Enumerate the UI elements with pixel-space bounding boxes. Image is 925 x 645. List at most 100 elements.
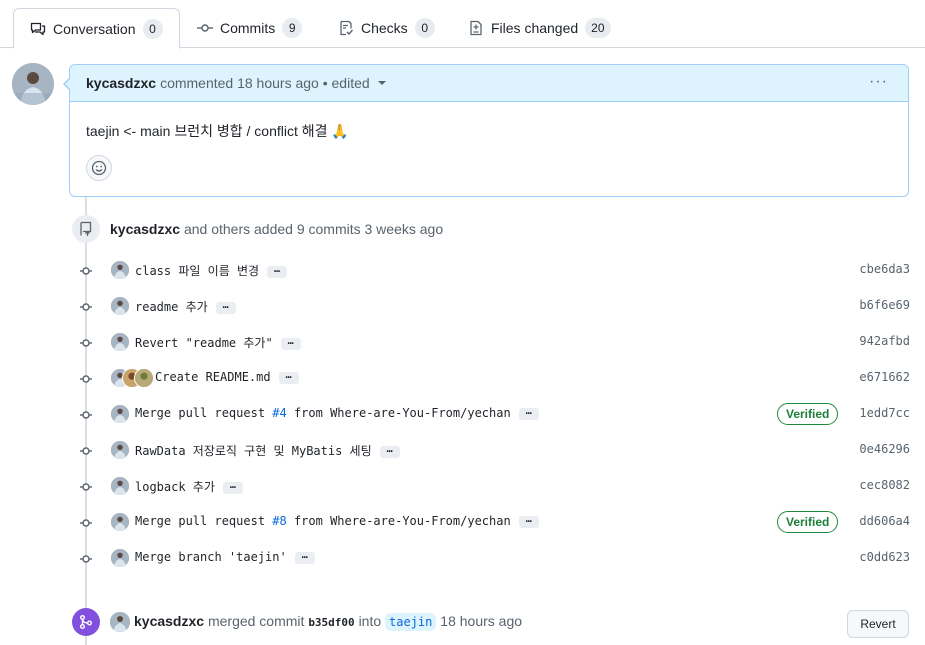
- pull-request-link[interactable]: #4: [272, 406, 286, 420]
- commit-message-text: Merge branch 'taejin': [135, 550, 287, 564]
- avatar[interactable]: [110, 612, 130, 632]
- comment-discussion-icon: [30, 22, 46, 35]
- commit-sha[interactable]: b6f6e69: [859, 298, 910, 312]
- git-commit-icon: [76, 372, 96, 384]
- commit-sha[interactable]: dd606a4: [859, 514, 910, 528]
- commit-sha[interactable]: cbe6da3: [859, 262, 910, 276]
- commit-row: logback 추가 … cec8082: [76, 474, 910, 498]
- commit-message[interactable]: Revert "readme 추가" …: [135, 334, 301, 351]
- pull-request-link[interactable]: #8: [272, 514, 286, 528]
- tab-commits-label: Commits: [220, 20, 276, 36]
- tab-files-changed[interactable]: Files changed 20: [468, 8, 611, 48]
- commit-sha[interactable]: 942afbd: [859, 334, 910, 348]
- commit-message[interactable]: Merge pull request #8 from Where-are-You…: [135, 514, 539, 528]
- commits-event-description: and others added 9 commits 3 weeks ago: [183, 221, 444, 237]
- tab-commits-count: 9: [282, 18, 303, 38]
- commit-avatars: [110, 296, 130, 316]
- tab-checks-count: 0: [414, 18, 435, 38]
- expand-commit-message-button[interactable]: …: [222, 480, 243, 494]
- commit-message[interactable]: Create README.md …: [155, 370, 299, 384]
- commits-event-text: kycasdzxc and others added 9 commits 3 w…: [110, 221, 443, 237]
- avatar[interactable]: [110, 260, 130, 280]
- tab-files-changed-count: 20: [585, 18, 611, 38]
- commit-row: Revert "readme 추가" … 942afbd: [76, 330, 910, 354]
- verified-badge[interactable]: Verified: [777, 511, 839, 533]
- commit-message[interactable]: RawData 저장로직 구현 및 MyBatis 세팅 …: [135, 442, 400, 459]
- commit-row: Merge pull request #8 from Where-are-You…: [76, 510, 910, 534]
- commit-message[interactable]: Merge pull request #4 from Where-are-You…: [135, 406, 539, 420]
- commit-row: Merge branch 'taejin' … c0dd623: [76, 546, 910, 570]
- git-commit-icon: [197, 24, 213, 32]
- commit-message-text: RawData 저장로직 구현 및 MyBatis 세팅: [135, 444, 372, 458]
- merged-event-action: merged commit: [207, 613, 305, 629]
- kebab-menu-icon[interactable]: ···: [869, 74, 888, 90]
- file-diff-icon: [470, 20, 482, 36]
- avatar[interactable]: [110, 296, 130, 316]
- merged-commit-sha[interactable]: b35df00: [308, 616, 354, 629]
- commit-message-text: Create README.md: [155, 370, 271, 384]
- commit-row: Create README.md … e671662: [76, 366, 910, 390]
- commit-message[interactable]: class 파일 이름 변경 …: [135, 262, 288, 279]
- expand-commit-message-button[interactable]: …: [518, 514, 539, 528]
- avatar[interactable]: [12, 63, 54, 105]
- target-branch[interactable]: taejin: [385, 613, 437, 631]
- commits-event-author[interactable]: kycasdzxc: [110, 221, 180, 237]
- merged-event-author[interactable]: kycasdzxc: [134, 613, 204, 629]
- expand-commit-message-button[interactable]: …: [267, 264, 288, 278]
- add-reaction-button[interactable]: [86, 155, 112, 181]
- commit-avatars: [110, 512, 130, 532]
- comment-header: kycasdzxc commented 18 hours ago • edite…: [70, 65, 908, 102]
- commit-row: Merge pull request #4 from Where-are-You…: [76, 402, 910, 426]
- expand-commit-message-button[interactable]: …: [379, 444, 400, 458]
- tab-commits[interactable]: Commits 9: [197, 8, 303, 48]
- commit-message[interactable]: readme 추가…: [135, 298, 236, 315]
- expand-commit-message-button[interactable]: …: [215, 300, 236, 314]
- expand-commit-message-button[interactable]: …: [294, 550, 315, 564]
- tab-conversation-label: Conversation: [53, 20, 136, 37]
- merged-event-time[interactable]: 18 hours ago: [440, 613, 522, 629]
- git-commit-icon: [76, 300, 96, 312]
- comment-meta[interactable]: commented 18 hours ago • edited: [160, 75, 370, 91]
- avatar[interactable]: [110, 512, 130, 532]
- commit-avatars: [110, 440, 130, 460]
- comment-author[interactable]: kycasdzxc: [86, 75, 156, 91]
- commit-sha[interactable]: c0dd623: [859, 550, 910, 564]
- commit-row: RawData 저장로직 구현 및 MyBatis 세팅 … 0e46296: [76, 438, 910, 462]
- git-commit-icon: [76, 336, 96, 348]
- expand-commit-message-button[interactable]: …: [278, 370, 299, 384]
- expand-commit-message-button[interactable]: …: [280, 336, 301, 350]
- avatar[interactable]: [134, 368, 154, 388]
- commit-sha[interactable]: cec8082: [859, 478, 910, 492]
- tab-conversation[interactable]: Conversation 0: [13, 8, 180, 49]
- commit-message[interactable]: Merge branch 'taejin' …: [135, 550, 315, 564]
- commit-sha[interactable]: 1edd7cc: [859, 406, 910, 420]
- avatar[interactable]: [110, 404, 130, 424]
- expand-commit-message-button[interactable]: …: [518, 406, 539, 420]
- git-commit-icon: [76, 480, 96, 492]
- commit-message-text: class 파일 이름 변경: [135, 264, 260, 278]
- comment-body: taejin <- main 브런치 병합 / conflict 해결 🙏: [86, 123, 349, 139]
- commits-event-badge: [72, 215, 100, 243]
- avatar[interactable]: [110, 332, 130, 352]
- commit-row: readme 추가 … b6f6e69: [76, 294, 910, 318]
- avatar[interactable]: [110, 548, 130, 568]
- avatar[interactable]: [110, 476, 130, 496]
- edit-history-caret-icon[interactable]: [377, 81, 386, 85]
- commit-sha[interactable]: e671662: [859, 370, 910, 384]
- tab-checks[interactable]: Checks 0: [338, 8, 435, 48]
- commit-sha[interactable]: 0e46296: [859, 442, 910, 456]
- verified-badge[interactable]: Verified: [777, 403, 839, 425]
- avatar[interactable]: [110, 440, 130, 460]
- commit-message-text: from Where-are-You-From/yechan: [286, 514, 511, 528]
- commit-message-text: logback 추가: [135, 480, 215, 494]
- git-commit-icon: [76, 408, 96, 420]
- revert-button[interactable]: Revert: [847, 610, 909, 638]
- commit-message-text: Revert "readme 추가": [135, 336, 273, 350]
- merged-event-into: into: [358, 613, 382, 629]
- commit-avatars: [110, 260, 130, 280]
- commit-avatars: [110, 404, 130, 424]
- git-commit-icon: [76, 264, 96, 276]
- tab-files-changed-label: Files changed: [491, 20, 579, 36]
- commit-message[interactable]: logback 추가 …: [135, 478, 243, 495]
- merged-event-text: kycasdzxc merged commit b35df00 into tae…: [134, 613, 522, 631]
